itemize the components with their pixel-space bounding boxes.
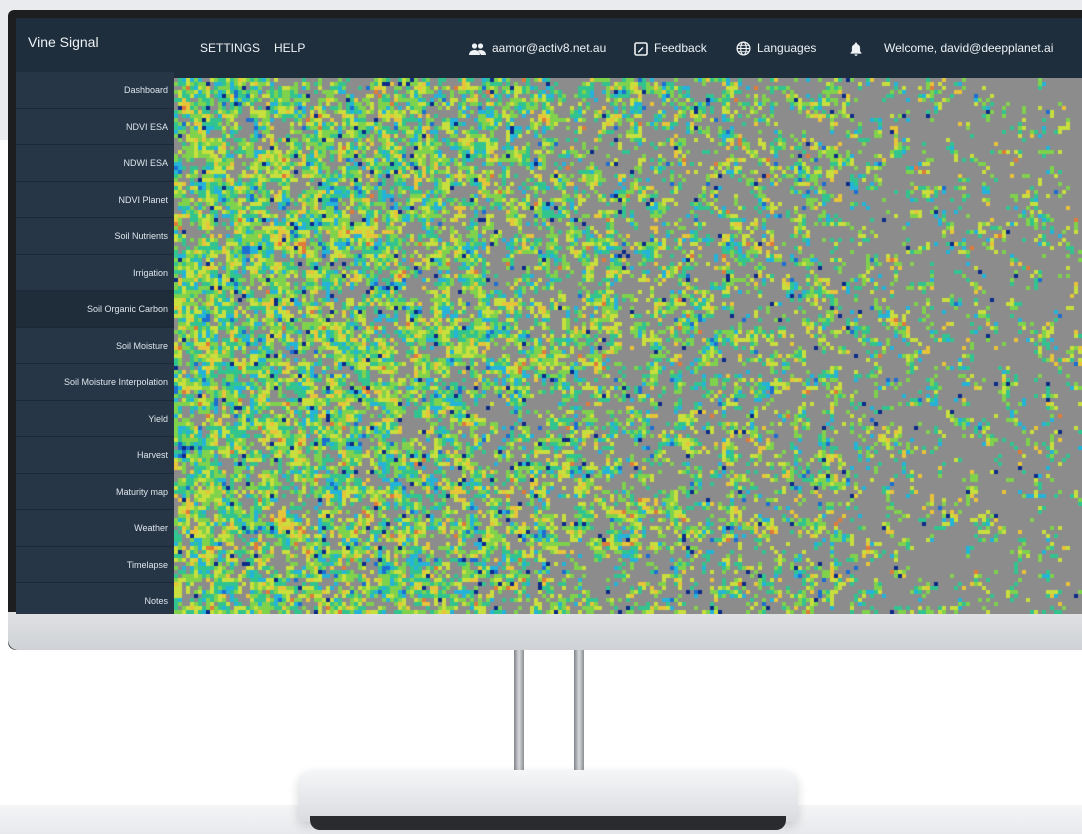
users-icon <box>469 43 486 55</box>
notifications-button[interactable] <box>850 18 868 78</box>
sidebar-item-irrigation[interactable]: Irrigation <box>16 255 174 291</box>
account-email: aamor@activ8.net.au <box>492 41 607 55</box>
account-menu[interactable]: aamor@activ8.net.au <box>469 18 606 78</box>
sidebar: Vine Signal Dashboard NDVI ESA NDWI ESA NDV… <box>16 18 174 614</box>
monitor-chin <box>8 612 1082 650</box>
help-menu[interactable]: HELP <box>274 18 305 78</box>
sidebar-item-soil-moisture-interpolation[interactable]: Soil Moisture Interpolation <box>16 364 174 401</box>
top-navigation-bar: SETTINGS HELP aamor@activ8.net.au Feedba… <box>174 18 1082 78</box>
settings-menu[interactable]: SETTINGS <box>200 18 260 78</box>
sidebar-item-ndvi-esa[interactable]: NDVI ESA <box>16 109 174 145</box>
languages-button[interactable]: Languages <box>736 18 816 78</box>
sidebar-item-maturity-map[interactable]: Maturity map <box>16 474 174 510</box>
monitor-stand-base <box>298 770 798 822</box>
languages-label: Languages <box>757 41 817 55</box>
sidebar-item-ndvi-planet[interactable]: NDVI Planet <box>16 182 174 218</box>
sidebar-item-yield[interactable]: Yield <box>16 401 174 437</box>
sidebar-item-soil-moisture[interactable]: Soil Moisture <box>16 328 174 364</box>
sidebar-item-weather[interactable]: Weather <box>16 510 174 547</box>
soil-organic-carbon-map[interactable] <box>174 78 1082 614</box>
monitor-stand-edge <box>310 816 786 830</box>
sidebar-item-notes[interactable]: Notes <box>16 583 174 614</box>
monitor-stand-post <box>514 650 524 780</box>
sidebar-item-soil-organic-carbon[interactable]: Soil Organic Carbon <box>16 291 174 328</box>
sidebar-item-harvest[interactable]: Harvest <box>16 437 174 474</box>
app-title[interactable]: Vine Signal <box>16 18 174 72</box>
sidebar-nav: Dashboard NDVI ESA NDWI ESA NDVI Planet Soil… <box>16 72 174 614</box>
globe-icon <box>736 41 751 56</box>
app-screen: Vine Signal Dashboard NDVI ESA NDWI ESA NDV… <box>16 18 1082 614</box>
sidebar-item-dashboard[interactable]: Dashboard <box>16 72 174 109</box>
feedback-button[interactable]: Feedback <box>634 18 707 78</box>
sidebar-item-ndwi-esa[interactable]: NDWI ESA <box>16 145 174 182</box>
sidebar-item-soil-nutrients[interactable]: Soil Nutrients <box>16 218 174 255</box>
feedback-icon <box>634 42 648 56</box>
monitor-stand-post <box>574 650 584 780</box>
sidebar-item-timelapse[interactable]: Timelapse <box>16 547 174 583</box>
feedback-label: Feedback <box>654 41 707 55</box>
bell-icon <box>850 42 862 56</box>
welcome-user[interactable]: Welcome, david@deepplanet.ai <box>884 18 1053 78</box>
